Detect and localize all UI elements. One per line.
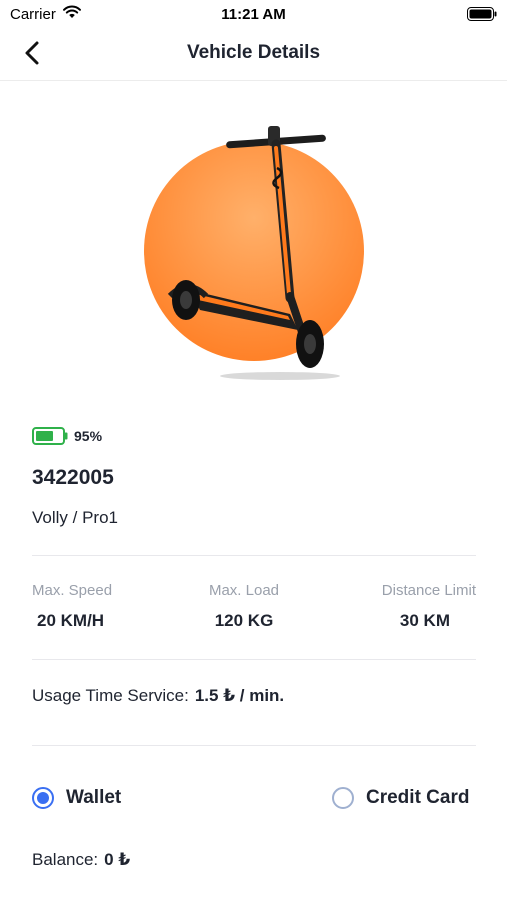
divider [32, 745, 476, 746]
nav-bar: Vehicle Details [0, 28, 507, 81]
balance-value: 0 ₺ [104, 850, 131, 869]
radio-selected-icon[interactable] [32, 787, 54, 809]
spec-max-speed: Max. Speed 20 KM/H [32, 582, 182, 631]
payment-option-wallet[interactable]: Wallet [32, 784, 121, 812]
usage-label: Usage Time Service: [32, 686, 189, 705]
spec-max-load: Max. Load 120 KG [169, 582, 319, 631]
page-title: Vehicle Details [186, 42, 321, 63]
spec-label: Max. Speed [32, 582, 113, 599]
divider [32, 659, 476, 660]
status-bar: Carrier 11:21 AM [0, 0, 507, 28]
payment-option-label: Credit Card [366, 787, 470, 808]
spec-value: 20 KM/H [37, 611, 105, 630]
usage-time-service: Usage Time Service: 1.5 ₺ / min. [32, 686, 284, 706]
radio-unselected-icon[interactable] [332, 787, 354, 809]
spec-value: 120 KG [214, 611, 274, 630]
balance: Balance: 0 ₺ [32, 850, 130, 870]
payment-option-credit-card[interactable]: Credit Card [332, 784, 469, 812]
spec-value: 30 KM [399, 611, 450, 630]
usage-price: 1.5 ₺ / min. [194, 686, 285, 705]
battery-level: 95% [32, 426, 102, 446]
divider [32, 555, 476, 556]
spec-label: Distance Limit [381, 582, 476, 599]
battery-status-icon [467, 7, 497, 21]
vehicle-id: 3422005 [32, 466, 114, 489]
payment-option-label: Wallet [66, 787, 122, 808]
scooter-image [144, 126, 364, 380]
vehicle-model: Volly / Pro1 [32, 508, 118, 527]
battery-icon [32, 427, 68, 445]
orange-circle-backdrop [144, 141, 364, 361]
battery-percent: 95% [74, 428, 103, 444]
balance-label: Balance: [32, 850, 99, 869]
spec-label: Max. Load [208, 582, 280, 599]
spec-distance-limit: Distance Limit 30 KM [326, 582, 476, 631]
clock: 11:21 AM [221, 6, 286, 23]
